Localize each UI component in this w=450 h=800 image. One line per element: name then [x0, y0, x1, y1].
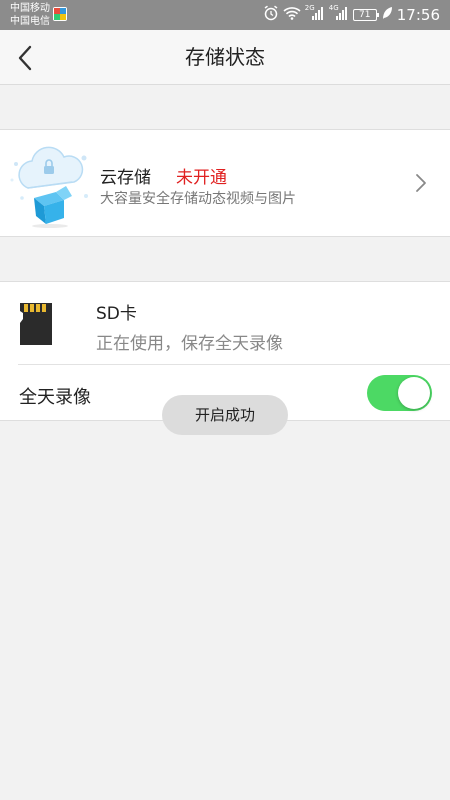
- full-day-recording-label: 全天录像: [19, 387, 91, 408]
- signal-4g-icon: 4G: [328, 4, 349, 24]
- network-label-2: 4G: [328, 4, 339, 12]
- carrier-info: 中国移动 中国电信: [10, 2, 50, 28]
- battery-level: 71: [359, 10, 371, 20]
- leaf-icon: [381, 6, 393, 24]
- status-indicators: 2G 4G 71 17:56: [263, 0, 440, 30]
- cloud-storage-title: 云存储: [100, 168, 151, 188]
- app-notification-icon: [53, 7, 67, 21]
- clock-time: 17:56: [396, 6, 440, 24]
- nav-header: 存储状态: [0, 30, 450, 85]
- full-day-recording-toggle[interactable]: [367, 375, 432, 411]
- wifi-icon: [283, 6, 301, 24]
- cloud-storage-status: 未开通: [176, 168, 227, 188]
- toast-message: 开启成功: [162, 395, 288, 435]
- network-label-1: 2G: [304, 4, 315, 12]
- cloud-storage-row[interactable]: 云存储 未开通 大容量安全存储动态视频与图片: [0, 129, 450, 237]
- cloud-box-icon: [6, 140, 94, 228]
- sd-card-icon: [18, 301, 54, 347]
- alarm-icon: [263, 5, 279, 25]
- cloud-storage-description: 大容量安全存储动态视频与图片: [100, 191, 296, 207]
- carrier-1: 中国移动: [10, 3, 50, 14]
- sd-card-description: 正在使用，保存全天录像: [96, 334, 283, 354]
- sd-card-title: SD卡: [96, 304, 137, 324]
- signal-2g-icon: 2G: [304, 4, 325, 24]
- toggle-knob: [398, 377, 430, 409]
- page-title: 存储状态: [185, 45, 265, 69]
- divider: [18, 364, 450, 365]
- battery-icon: 71: [352, 9, 379, 21]
- chevron-right-icon: [416, 174, 426, 192]
- status-bar: 中国移动 中国电信 2G 4G 71 17:56: [0, 0, 450, 30]
- carrier-2: 中国电信: [10, 16, 50, 27]
